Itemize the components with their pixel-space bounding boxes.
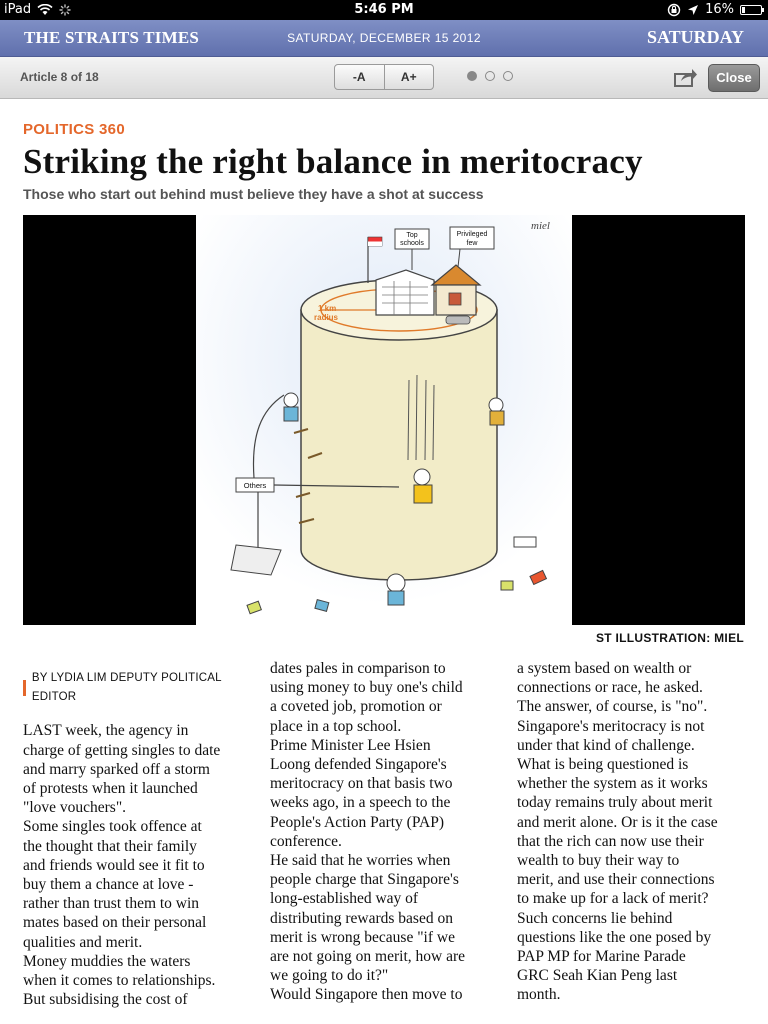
cartoon-illustration[interactable]: 1 km radius Top schools Privileged few m… (196, 215, 572, 625)
svg-text:Top: Top (406, 232, 417, 239)
location-icon (688, 4, 699, 15)
status-right: 16% (667, 2, 764, 17)
illustration-frame[interactable]: 1 km radius Top schools Privileged few m… (23, 215, 745, 625)
rotation-lock-icon (667, 3, 681, 16)
subheadline: Those who start out behind must believe … (23, 186, 484, 202)
share-icon[interactable] (674, 67, 698, 87)
body-text: a system based on wealth or connections … (517, 660, 718, 1004)
byline-text: BY LYDIA LIM DEPUTY POLITICAL EDITOR (31, 672, 222, 704)
article-toolbar: Article 8 of 18 -A A+ Close (0, 57, 768, 99)
svg-text:schools: schools (400, 240, 424, 247)
page-dot[interactable] (467, 71, 477, 81)
byline-accent-bar (23, 680, 26, 697)
byline: BY LYDIA LIM DEPUTY POLITICAL EDITOR (23, 669, 257, 707)
edition-day: SATURDAY (646, 27, 744, 47)
section-kicker: POLITICS 360 (23, 121, 125, 138)
page-indicator[interactable] (467, 71, 513, 81)
body-text: LAST week, the agency in charge of getti… (23, 722, 221, 1009)
close-button[interactable]: Close (708, 64, 760, 92)
svg-text:radius: radius (314, 313, 339, 322)
headline: Striking the right balance in meritocrac… (23, 142, 643, 181)
svg-text:1 km: 1 km (318, 304, 336, 313)
article-count: Article 8 of 18 (20, 70, 99, 84)
battery-icon (740, 4, 764, 15)
status-time: 5:46 PM (354, 2, 414, 17)
font-decrease-button[interactable]: -A (335, 65, 384, 89)
battery-percent: 16% (705, 2, 734, 17)
page-dot[interactable] (503, 71, 513, 81)
status-bar: iPad 5:46 PM 16% (0, 0, 768, 20)
font-size-control: -A A+ (334, 64, 434, 90)
article-column-3: a system based on wealth or connections … (517, 659, 751, 1005)
cartoon-drawing: 1 km radius Top schools Privileged few m… (196, 215, 572, 625)
article-column-2: dates pales in comparison to using money… (270, 659, 504, 1005)
font-increase-button[interactable]: A+ (383, 65, 434, 89)
article-column-1: BY LYDIA LIM DEPUTY POLITICAL EDITOR LAS… (23, 655, 257, 1009)
page-dot[interactable] (485, 71, 495, 81)
svg-text:Others: Others (244, 481, 267, 490)
battery-fill (742, 6, 745, 13)
body-text: dates pales in comparison to using money… (270, 660, 465, 1004)
svg-text:few: few (467, 240, 479, 247)
masthead: THE STRAITS TIMES SATURDAY, DECEMBER 15 … (0, 20, 768, 57)
svg-text:Privileged: Privileged (457, 231, 488, 238)
illustration-credit: ST ILLUSTRATION: MIEL (595, 631, 744, 645)
svg-text:miel: miel (531, 220, 550, 232)
